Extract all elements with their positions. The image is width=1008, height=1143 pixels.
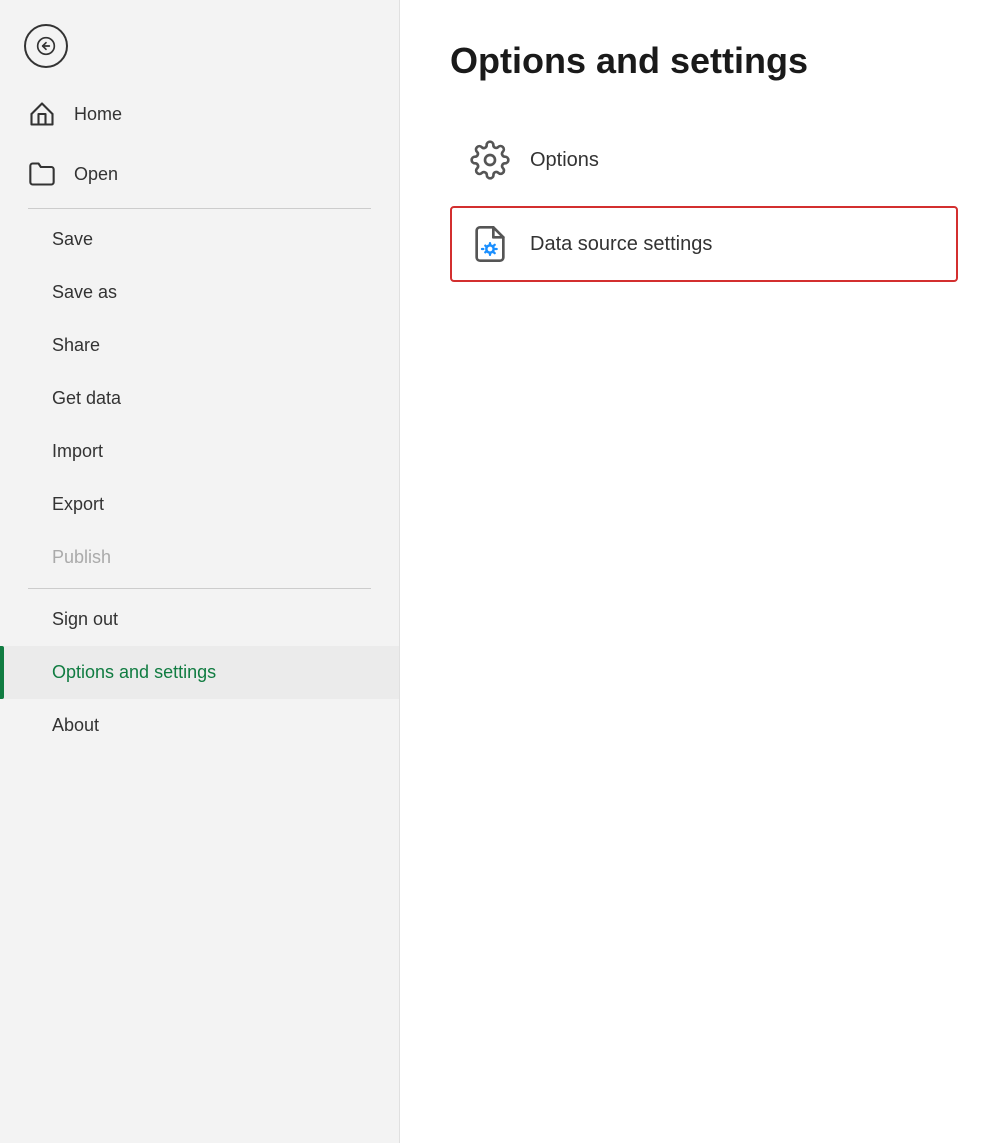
sidebar-item-about[interactable]: About <box>0 699 399 752</box>
about-label: About <box>52 715 99 736</box>
sidebar-item-publish: Publish <box>0 531 399 584</box>
save-as-label: Save as <box>52 282 117 303</box>
divider-top <box>28 208 371 209</box>
import-label: Import <box>52 441 103 462</box>
sidebar-item-sign-out[interactable]: Sign out <box>0 593 399 646</box>
options-label: Options <box>530 149 599 172</box>
page-title: Options and settings <box>450 40 958 82</box>
home-label: Home <box>74 104 122 125</box>
save-label: Save <box>52 229 93 250</box>
share-label: Share <box>52 335 100 356</box>
options-setting-item[interactable]: Options <box>450 122 958 198</box>
sidebar-item-options-settings[interactable]: Options and settings <box>0 646 399 699</box>
main-content: Options and settings Options Data source… <box>400 0 1008 1143</box>
gear-icon <box>470 140 510 180</box>
sidebar-item-open[interactable]: Open <box>0 144 399 204</box>
sidebar-item-import[interactable]: Import <box>0 425 399 478</box>
sidebar-item-save-as[interactable]: Save as <box>0 266 399 319</box>
divider-bottom <box>28 588 371 589</box>
home-icon <box>28 100 56 128</box>
open-icon <box>28 160 56 188</box>
options-settings-label: Options and settings <box>52 662 216 683</box>
data-source-settings-item[interactable]: Data source settings <box>450 206 958 282</box>
sidebar-item-home[interactable]: Home <box>0 84 399 144</box>
publish-label: Publish <box>52 547 111 568</box>
sidebar-item-save[interactable]: Save <box>0 213 399 266</box>
active-indicator <box>0 646 4 699</box>
data-source-settings-label: Data source settings <box>530 233 712 256</box>
sidebar: Home Open Save Save as Share Get data Im… <box>0 0 400 1143</box>
get-data-label: Get data <box>52 388 121 409</box>
sidebar-item-get-data[interactable]: Get data <box>0 372 399 425</box>
sidebar-item-export[interactable]: Export <box>0 478 399 531</box>
export-label: Export <box>52 494 104 515</box>
sign-out-label: Sign out <box>52 609 118 630</box>
sidebar-item-share[interactable]: Share <box>0 319 399 372</box>
back-button[interactable] <box>24 24 68 68</box>
open-label: Open <box>74 164 118 185</box>
data-source-icon <box>470 224 510 264</box>
